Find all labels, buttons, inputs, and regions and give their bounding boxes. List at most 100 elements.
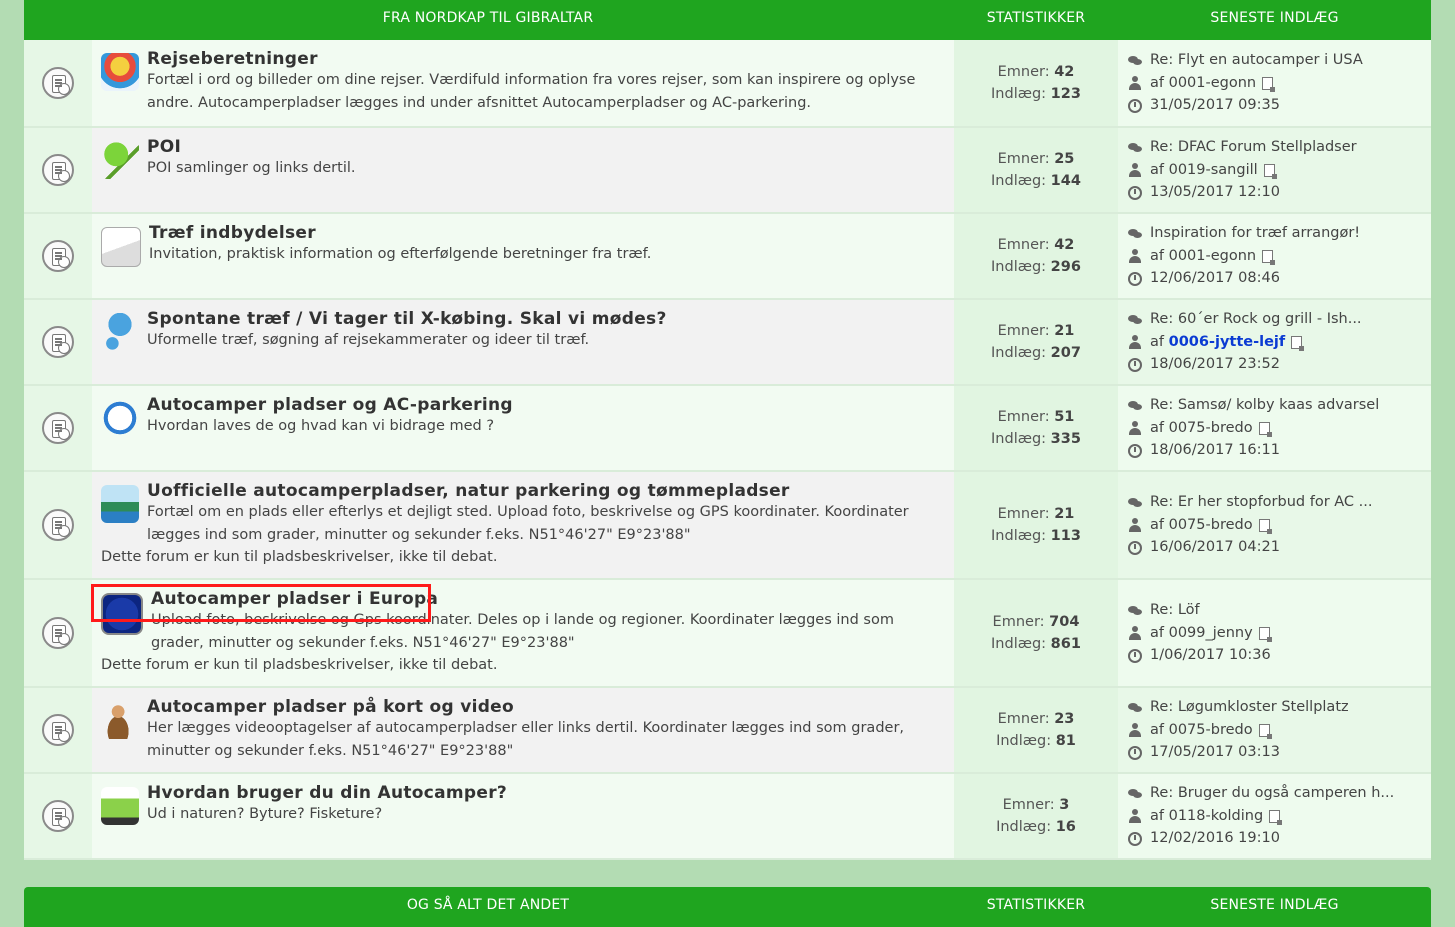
user-icon (1128, 809, 1142, 823)
topics-label: Emner: (997, 322, 1050, 339)
last-post-title-link[interactable]: Inspiration for træf arrangør! (1150, 222, 1360, 245)
last-post: Re: Bruger du også camperen h... af 0118… (1118, 774, 1431, 858)
last-post-title-link[interactable]: Re: Løgumkloster Stellplatz (1150, 696, 1349, 719)
last-post-title-link[interactable]: Re: 60´er Rock og grill - Ish... (1150, 308, 1362, 331)
posts-count: 207 (1050, 345, 1081, 361)
video-person-icon (101, 701, 139, 739)
last-post: Re: 60´er Rock og grill - Ish... af 0006… (1118, 300, 1431, 384)
posts-label: Indlæg: (991, 636, 1047, 652)
posts-label: Indlæg: (991, 173, 1047, 189)
clock-icon (1128, 831, 1142, 846)
topics-label: Emner: (997, 408, 1050, 425)
forum-row: Autocamper pladser i Europa Upload foto,… (24, 580, 1431, 688)
topics-label: Emner: (997, 150, 1050, 167)
forum-read-icon (42, 326, 74, 358)
goto-post-icon[interactable] (1269, 809, 1283, 825)
forum-title-link[interactable]: Spontane træf / Vi tager til X-købing. S… (147, 309, 667, 329)
last-post-title-link[interactable]: Re: Löf (1150, 599, 1200, 622)
forum-title-link[interactable]: Uofficielle autocamperpladser, natur par… (147, 481, 948, 501)
clock-icon (1128, 648, 1142, 663)
last-post-author-link[interactable]: 0118-kolding (1169, 805, 1264, 828)
forum-status-cell (24, 774, 92, 858)
last-post-author-link[interactable]: 0019-sangill (1169, 159, 1258, 182)
last-post-author-link[interactable]: 0099_jenny (1169, 622, 1253, 645)
hot-air-balloon-icon (101, 53, 139, 91)
section-title: FRA NORDKAP TIL GIBRALTAR (382, 10, 594, 26)
forum-read-icon (42, 800, 74, 832)
goto-post-icon[interactable] (1262, 249, 1276, 265)
topics-label: Emner: (997, 710, 1050, 727)
user-icon (1128, 518, 1142, 532)
clock-icon (1128, 185, 1142, 200)
forum-title-link[interactable]: Træf indbydelser (149, 223, 651, 243)
posts-label: Indlæg: (991, 259, 1047, 275)
goto-post-icon[interactable] (1258, 421, 1272, 437)
posts-count: 16 (1055, 819, 1076, 835)
topics-count: 3 (1059, 796, 1070, 813)
comments-icon (1128, 496, 1142, 510)
forum-description: POI samlinger og links dertil. (147, 160, 356, 176)
forum-read-icon (42, 67, 74, 99)
topics-label: Emner: (997, 63, 1050, 80)
forum-status-cell (24, 214, 92, 298)
last-post-date: 12/02/2016 19:10 (1150, 830, 1280, 847)
forum-status-cell (24, 472, 92, 578)
umbrella-icon (101, 313, 139, 351)
forum-info: Autocamper pladser og AC-parkering Hvord… (92, 386, 954, 470)
goto-post-icon[interactable] (1258, 626, 1272, 642)
forum-info: POI POI samlinger og links dertil. (92, 128, 954, 212)
forum-title-link[interactable]: POI (147, 137, 355, 157)
forum-title-link[interactable]: Autocamper pladser og AC-parkering (147, 395, 513, 415)
forum-stats: Emner: 704 Indlæg: 861 (954, 580, 1118, 686)
topics-count: 23 (1054, 710, 1075, 727)
forum-read-icon (42, 412, 74, 444)
last-post-column-header: SENESTE INDLÆG (1210, 10, 1339, 26)
forum-info: Træf indbydelser Invitation, praktisk in… (92, 214, 954, 298)
forum-read-icon (42, 154, 74, 186)
last-post-title-link[interactable]: Re: Bruger du også camperen h... (1150, 782, 1394, 805)
forum-stats: Emner: 25 Indlæg: 144 (954, 128, 1118, 212)
forum-title-link[interactable]: Rejseberetninger (147, 49, 948, 69)
forum-title-link[interactable]: Autocamper pladser i Europa (151, 589, 948, 609)
stats-column-header: STATISTIKKER (986, 10, 1086, 26)
goto-post-icon[interactable] (1262, 76, 1276, 92)
forum-read-icon (42, 714, 74, 746)
last-post-title-link[interactable]: Re: DFAC Forum Stellpladser (1150, 136, 1357, 159)
last-post-author-link[interactable]: 0075-bredo (1169, 417, 1253, 440)
clock-icon (1128, 443, 1142, 458)
goto-post-icon[interactable] (1263, 163, 1277, 179)
forum-title-link[interactable]: Autocamper pladser på kort og video (147, 697, 948, 717)
last-post-date: 17/05/2017 03:13 (1150, 744, 1280, 761)
comments-icon (1128, 399, 1142, 413)
last-post-date: 13/05/2017 12:10 (1150, 184, 1280, 201)
last-post-author-link[interactable]: 0001-egonn (1169, 72, 1257, 95)
forum-stats: Emner: 23 Indlæg: 81 (954, 688, 1118, 772)
forum-status-cell (24, 386, 92, 470)
pushpin-icon (101, 141, 139, 179)
forum-status-cell (24, 300, 92, 384)
forum-title-link[interactable]: Hvordan bruger du din Autocamper? (147, 783, 507, 803)
last-post-title-link[interactable]: Re: Samsø/ kolby kaas advarsel (1150, 394, 1379, 417)
forum-stats: Emner: 3 Indlæg: 16 (954, 774, 1118, 858)
comments-icon (1128, 54, 1142, 68)
comments-icon (1128, 227, 1142, 241)
last-post-title-link[interactable]: Re: Er her stopforbud for AC ... (1150, 491, 1372, 514)
posts-count: 861 (1050, 636, 1081, 652)
last-post-author-link[interactable]: 0006-jytte-lejf (1169, 331, 1286, 354)
user-icon (1128, 626, 1142, 640)
forum-info: Autocamper pladser på kort og video Her … (92, 688, 954, 772)
goto-post-icon[interactable] (1258, 518, 1272, 534)
forum-description: Ud i naturen? Byture? Fisketure? (147, 806, 383, 822)
forum-description: Hvordan laves de og hvad kan vi bidrage … (147, 418, 495, 434)
last-post-title-link[interactable]: Re: Flyt en autocamper i USA (1150, 49, 1363, 72)
last-post-author-link[interactable]: 0001-egonn (1169, 245, 1257, 268)
goto-post-icon[interactable] (1291, 335, 1305, 351)
posts-label: Indlæg: (996, 819, 1052, 835)
goto-post-icon[interactable] (1258, 723, 1272, 739)
topics-count: 25 (1054, 150, 1075, 167)
last-post-author-link[interactable]: 0075-bredo (1169, 719, 1253, 742)
last-post-author-link[interactable]: 0075-bredo (1169, 514, 1253, 537)
last-post-date: 18/06/2017 23:52 (1150, 356, 1280, 373)
last-post: Re: Samsø/ kolby kaas advarsel af 0075-b… (1118, 386, 1431, 470)
section-header: OG SÅ ALT DET ANDET STATISTIKKER SENESTE… (24, 887, 1431, 927)
